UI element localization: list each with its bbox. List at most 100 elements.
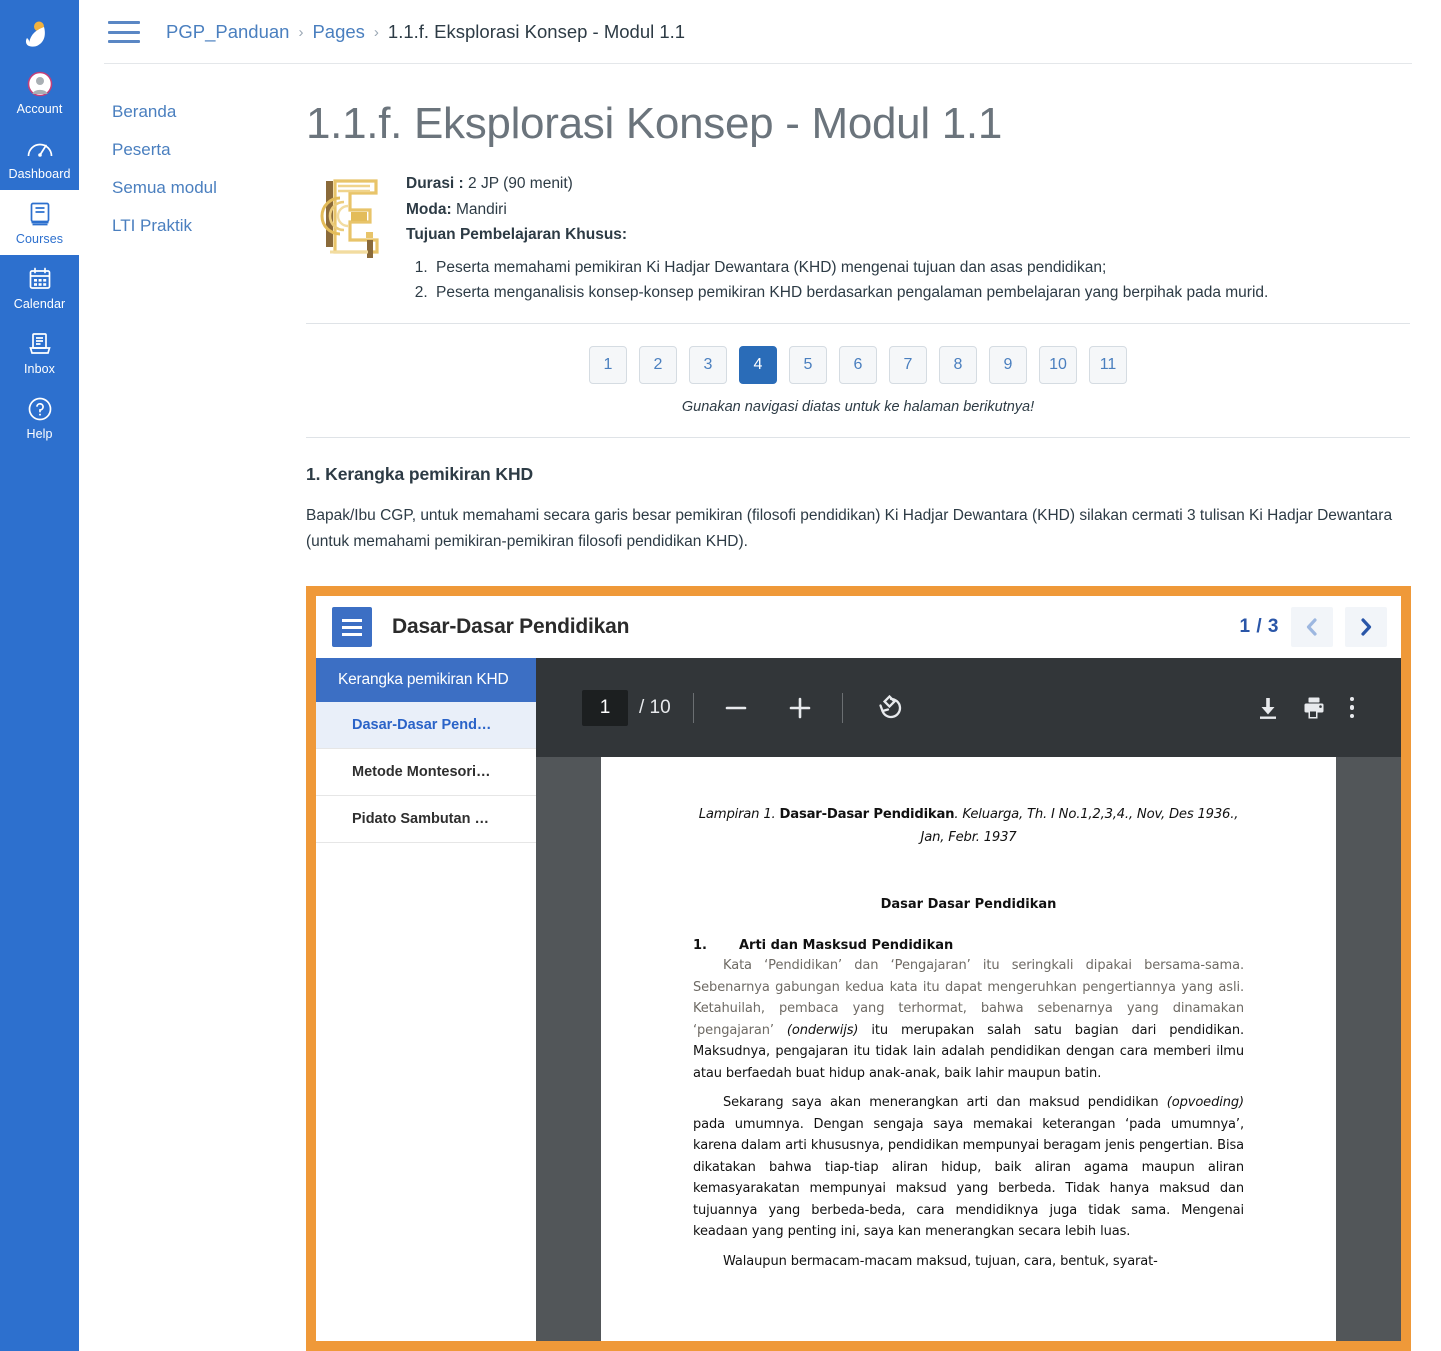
citation-bold: Dasar-Dasar Pendidikan bbox=[779, 807, 955, 822]
toolbar-divider bbox=[841, 692, 843, 723]
para2-a: Sekarang saya akan menerangkan arti dan … bbox=[723, 1095, 1167, 1110]
nav-label: Inbox bbox=[23, 362, 56, 376]
course-nav-beranda[interactable]: Beranda bbox=[104, 93, 279, 131]
citation-suffix: . Keluarga, Th. I No.1,2,3,4., Nov, Des … bbox=[920, 807, 1239, 845]
divider bbox=[306, 436, 1410, 438]
tujuan-item: Peserta memahami pemikiran Ki Hadjar Dew… bbox=[432, 255, 1268, 280]
canvas-lms-page: Account Dashboard Courses Calendar Inbox… bbox=[0, 0, 1441, 1351]
nav-item-calendar[interactable]: Calendar bbox=[0, 255, 79, 320]
moda-value: Mandiri bbox=[455, 200, 507, 218]
pdf-stage: Lampiran 1. Dasar-Dasar Pendidikan. Kelu… bbox=[536, 757, 1401, 1341]
module-meta-text: Durasi : 2 JP (90 menit) Moda: Mandiri T… bbox=[406, 170, 1268, 305]
chevron-left-icon bbox=[1306, 618, 1317, 636]
breadcrumb-separator: › bbox=[298, 23, 304, 41]
user-avatar-icon bbox=[27, 69, 53, 99]
moda-label: Moda: bbox=[406, 200, 452, 218]
dashboard-gauge-icon bbox=[26, 134, 54, 164]
pagination-page-8[interactable]: 8 bbox=[939, 345, 977, 384]
pagination-page-1[interactable]: 1 bbox=[589, 345, 627, 384]
pdf-paragraph-2: Sekarang saya akan menerangkan arti dan … bbox=[693, 1092, 1244, 1243]
pagination-page-5[interactable]: 5 bbox=[789, 345, 827, 384]
help-question-icon bbox=[27, 394, 53, 424]
page-title: 1.1.f. Eksplorasi Konsep - Modul 1.1 bbox=[306, 99, 1003, 148]
embedded-document-viewer: Dasar-Dasar Pendidikan 1 / 3 Kerangka pe… bbox=[306, 586, 1411, 1351]
viewer-hamburger-icon[interactable] bbox=[332, 607, 372, 647]
viewer-header: Dasar-Dasar Pendidikan 1 / 3 bbox=[316, 596, 1401, 658]
canvas-logo-icon bbox=[25, 21, 45, 47]
para2-b: pada umumnya. Dengan sengaja saya memaka… bbox=[693, 1116, 1244, 1240]
nav-label: Dashboard bbox=[8, 167, 71, 181]
divider bbox=[306, 322, 1410, 324]
courses-book-icon bbox=[27, 199, 53, 229]
pdf-page-content: Lampiran 1. Dasar-Dasar Pendidikan. Kelu… bbox=[601, 803, 1336, 1272]
pagination-note: Gunakan navigasi diatas untuk ke halaman… bbox=[681, 398, 1035, 415]
download-button[interactable] bbox=[1245, 694, 1291, 722]
moda-line: Moda: Mandiri bbox=[406, 198, 1268, 222]
header-divider bbox=[104, 63, 1412, 64]
pagination-page-3[interactable]: 3 bbox=[689, 345, 727, 384]
section-paragraph: Bapak/Ibu CGP, untuk memahami secara gar… bbox=[306, 506, 1393, 550]
nav-item-account[interactable]: Account bbox=[0, 60, 79, 125]
pagination-page-7[interactable]: 7 bbox=[889, 345, 927, 384]
inbox-tray-icon bbox=[27, 329, 53, 359]
pagination-page-9[interactable]: 9 bbox=[989, 345, 1027, 384]
hamburger-icon[interactable] bbox=[108, 21, 140, 43]
viewer-next-button[interactable] bbox=[1345, 607, 1387, 647]
section-number: 1. bbox=[693, 938, 707, 953]
section-heading: 1. Kerangka pemikiran KHD bbox=[306, 463, 534, 484]
durasi-value: 2 JP (90 menit) bbox=[468, 175, 573, 192]
para1-italic: (onderwijs) bbox=[786, 1022, 859, 1038]
pdf-page-total: / 10 bbox=[639, 696, 671, 718]
tujuan-list: Peserta memahami pemikiran Ki Hadjar Dew… bbox=[432, 255, 1268, 305]
viewer-sidebar-item-metode-montesori[interactable]: Metode Montesori… bbox=[316, 749, 536, 796]
course-navigation: Beranda Peserta Semua modul LTI Praktik bbox=[104, 93, 279, 245]
canvas-logo[interactable] bbox=[14, 8, 66, 60]
minus-icon bbox=[725, 706, 747, 709]
nav-item-inbox[interactable]: Inbox bbox=[0, 320, 79, 385]
nav-label: Help bbox=[26, 427, 53, 441]
zoom-in-button[interactable] bbox=[780, 693, 820, 723]
viewer-sidebar-header: Kerangka pemikiran KHD bbox=[316, 658, 536, 702]
pdf-page: Lampiran 1. Dasar-Dasar Pendidikan. Kelu… bbox=[601, 757, 1336, 1341]
course-nav-peserta[interactable]: Peserta bbox=[104, 131, 279, 169]
nav-item-courses[interactable]: Courses bbox=[0, 190, 79, 255]
print-icon bbox=[1304, 697, 1324, 718]
nav-item-dashboard[interactable]: Dashboard bbox=[0, 125, 79, 190]
durasi-line: Durasi : 2 JP (90 menit) bbox=[406, 172, 1268, 196]
main-content: 1.1.f. Eksplorasi Konsep - Modul 1.1 Dur… bbox=[306, 96, 1410, 555]
letter-e-ornament-icon bbox=[320, 170, 386, 305]
zoom-out-button[interactable] bbox=[716, 693, 756, 723]
viewer-sidebar-item-pidato-sambutan[interactable]: Pidato Sambutan … bbox=[316, 796, 536, 843]
print-button[interactable] bbox=[1291, 694, 1337, 722]
rotate-button[interactable] bbox=[869, 692, 913, 724]
viewer-counter: 1 / 3 bbox=[1239, 616, 1279, 637]
breadcrumb-course[interactable]: PGP_Panduan bbox=[166, 21, 289, 43]
chevron-right-icon bbox=[1361, 618, 1372, 636]
pdf-paragraph-3: Walaupun bermacam-macam maksud, tujuan, … bbox=[723, 1253, 1158, 1269]
pdf-paragraph-1: Kata ‘Pendidikan’ dan ‘Pengajaran’ itu s… bbox=[693, 955, 1244, 1084]
breadcrumb: PGP_Panduan › Pages › 1.1.f. Eksplorasi … bbox=[166, 21, 685, 43]
viewer-prev-button[interactable] bbox=[1291, 607, 1333, 647]
pagination-page-10[interactable]: 10 bbox=[1039, 345, 1077, 384]
para2-italic: (opvoeding) bbox=[1166, 1095, 1244, 1110]
breadcrumb-current: 1.1.f. Eksplorasi Konsep - Modul 1.1 bbox=[387, 21, 686, 42]
nav-label: Account bbox=[16, 102, 63, 116]
course-nav-lti-praktik[interactable]: LTI Praktik bbox=[104, 207, 279, 245]
breadcrumb-separator: › bbox=[373, 23, 379, 41]
breadcrumb-pages[interactable]: Pages bbox=[312, 21, 364, 43]
tujuan-heading: Tujuan Pembelajaran Khusus: bbox=[406, 223, 1268, 247]
pagination-page-2[interactable]: 2 bbox=[639, 345, 677, 384]
nav-item-help[interactable]: Help bbox=[0, 385, 79, 450]
more-options-button[interactable] bbox=[1337, 696, 1367, 719]
pagination-page-4-selected[interactable]: 4 bbox=[739, 345, 777, 384]
more-vertical-icon bbox=[1349, 696, 1355, 702]
global-navigation: Account Dashboard Courses Calendar Inbox… bbox=[0, 0, 79, 1351]
section-title: Arti dan Masksud Pendidikan bbox=[739, 938, 954, 953]
module-meta: Durasi : 2 JP (90 menit) Moda: Mandiri T… bbox=[306, 170, 1410, 305]
viewer-sidebar-item-dasar-dasar[interactable]: Dasar-Dasar Pend… bbox=[316, 702, 536, 749]
pdf-page-input[interactable]: 1 bbox=[582, 689, 628, 726]
pdf-doc-title: Dasar Dasar Pendidikan bbox=[880, 897, 1057, 912]
course-nav-semua-modul[interactable]: Semua modul bbox=[104, 169, 279, 207]
pagination-page-6[interactable]: 6 bbox=[839, 345, 877, 384]
pagination-page-11[interactable]: 11 bbox=[1089, 345, 1127, 384]
